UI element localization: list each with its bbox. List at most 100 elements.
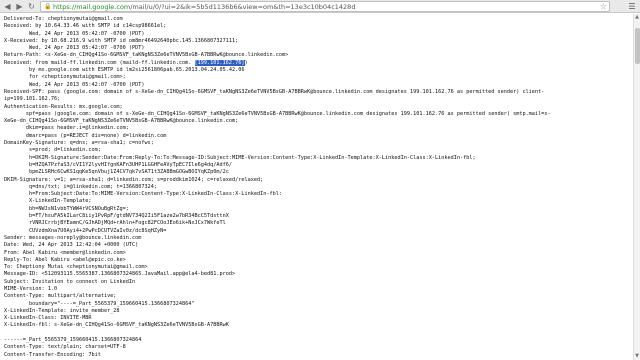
header-line-text [4, 330, 7, 336]
header-line: Date: Wed, 24 Apr 2013 12:42:04 +0000 (U… [4, 242, 629, 249]
header-line: Received: from maild-ff.linkedin.com (ma… [4, 59, 629, 67]
header-line-text: Wed, 24 Apr 2013 05:42:07 -0700 (PDT) [4, 81, 145, 88]
header-line: Reply-To: Abel Kabiru <abel@epic.co.ke> [4, 257, 629, 264]
header-line: by mx.google.com with ESMTP id lm2si2561… [4, 67, 629, 74]
header-line-text: for <cheptionymutai@gmail.com>; [4, 74, 126, 81]
header-line-text: Sender: messages-noreply@bounce.linkedin… [4, 234, 142, 241]
header-line: Message-ID: <512093115.5565387.136680732… [4, 271, 629, 278]
forward-arrow-icon[interactable]: ▶ [14, 1, 25, 12]
header-line-text: From: Abel Kabiru <member@linkedin.com> [4, 249, 126, 256]
header-line: CUVzdmXna7U0Ayi4+2PwPcDCUTVZaIv0z/dc8SqH… [4, 228, 629, 235]
header-line: DomainKey-Signature: q=dns; a=rsa-sha1; … [4, 140, 629, 147]
header-line-suffix: ) [244, 59, 248, 66]
header-line: XeGe-dn_CIHQg41So-6GMSVF_taKNgNS3Ze6eTVN… [4, 118, 629, 125]
header-line: To: Cheptiony Mutai <cheptionymutai@gmai… [4, 264, 629, 271]
header-line-text: XeGe-dn_CIHQg41So-6GMSVF_taKNgNS3Ze6eTVN… [4, 118, 239, 125]
header-line-text: Received-SPF: pass (google.com: domain o… [4, 88, 545, 95]
header-line-text: dkim=pass header.i=@linkedin.com; [4, 125, 129, 132]
header-line-text: X-LinkedIn-Class: INVITE-MBR [4, 315, 92, 322]
star-icon[interactable]: ☆ [600, 2, 607, 12]
header-line-text: Content-Type: multipart/alternative; [4, 293, 117, 300]
header-line: ------=_Part_5565379_159660415.136680732… [4, 337, 629, 344]
header-line-text: Delivered-To: cheptionymutai@gmail.com [4, 16, 123, 22]
header-line-text: spf=pass (google.com: domain of s-XeGe-d… [4, 110, 551, 117]
header-line: From: Abel Kabiru <member@linkedin.com> [4, 250, 629, 257]
header-line-text: X-Received: by 10.68.216.9 with SMTP id … [4, 37, 239, 44]
url-text[interactable]: https://mail.google.com/mail/u/0/?ui=2&i… [53, 2, 355, 12]
header-line-text: bh=NWJsN1vbbTYWW4rVCSNOuBgRtZg=; [4, 205, 129, 212]
header-line: Subject: Invitation to connect on Linked… [4, 279, 629, 286]
header-line-text: MIME-Version: 1.0 [4, 285, 58, 292]
header-line: Content-Transfer-Encoding: 7bit [4, 352, 629, 359]
header-line: Wed, 24 Apr 2013 05:42:07 -0700 (PDT) [4, 45, 629, 52]
header-line-text: X-LinkedIn-fbl: s-XeGe-dn_CIHQg41So-6GMS… [4, 322, 229, 329]
header-line-text: by mx.google.com with ESMTP id lm2si2561… [4, 67, 245, 74]
header-line: Sender: messages-noreply@bounce.linkedin… [4, 235, 629, 242]
header-line: for <cheptionymutai@gmail.com>; [4, 74, 629, 81]
header-line [4, 330, 629, 337]
header-line-text: Content-Transfer-Encoding: 7bit [4, 351, 101, 358]
raw-message-view: Delivered-To: cheptionymutai@gmail.com Re… [0, 14, 633, 360]
header-line: Content-Type: multipart/alternative; [4, 293, 629, 300]
header-line-text: h=From:Subject:Date:To:MIME-Version:Cont… [4, 191, 282, 198]
header-line-text: dmarc=pass (p=REJECT dis=none) d=linkedi… [4, 132, 167, 139]
header-line: X-Received: by 10.68.216.9 with SMTP id … [4, 38, 629, 45]
header-line: dmarc=pass (p=REJECT dis=none) d=linkedi… [4, 133, 629, 140]
header-line: Received-SPF: pass (google.com: domain o… [4, 89, 629, 96]
scroll-down-arrow-icon[interactable]: ▼ [634, 353, 640, 360]
header-line-text: Return-Path: <s-XeGe-dn_CIHQg41So-6GMSVF… [4, 52, 289, 59]
header-line-text: s=prod; d=linkedin.com; [4, 147, 101, 154]
header-line-text: ------=_Part_5565379_159660415.136680732… [4, 337, 142, 344]
header-line: boundary="----=_Part_5565379_159660415.1… [4, 301, 629, 308]
header-line-text: X-LinkedIn-Template: invite_member_28 [4, 307, 120, 314]
header-line: bh=NWJsN1vbbTYWW4rVCSNOuBgRtZg=; [4, 206, 629, 213]
header-line-text: rVNRJCrrbjBYEamnC/GJhADjMQd+rAhln+Fogc82… [4, 220, 226, 227]
header-line: b=HZQA7PzfaS3/cVI1Y2lyvHIfgnKAFn3UHP1LGG… [4, 162, 629, 169]
browser-toolbar: ◀ ▶ ↻ 🔒 https://mail.google.com/mail/u/0… [0, 0, 640, 13]
header-line: h=DKIM-Signature:Sender:Date:From:Reply-… [4, 155, 629, 162]
header-line: X-LinkedIn-Template: invite_member_28 [4, 308, 629, 315]
header-line: Received: by 10.64.33.46 with SMTP id c1… [4, 23, 629, 30]
address-bar[interactable]: 🔒 https://mail.google.com/mail/u/0/?ui=2… [40, 1, 610, 12]
scroll-up-arrow-icon[interactable]: ▲ [634, 14, 640, 21]
header-line: Wed, 24 Apr 2013 05:42:07 -0700 (PDT) [4, 82, 629, 89]
header-line: Content-Type: text/plain; charset=UTF-8 [4, 344, 629, 351]
header-line: Authentication-Results: mx.google.com; [4, 104, 629, 111]
header-line: b=FT/hsuFA5kILarC8iiy1PvRpF/gtdNV734Q2Ii… [4, 213, 629, 220]
header-line: Wed, 24 Apr 2013 05:42:07 -0700 (PDT) [4, 31, 629, 38]
header-line-text: DomainKey-Signature: q=dns; a=rsa-sha1; … [4, 140, 154, 147]
header-line: MIME-Version: 1.0 [4, 286, 629, 293]
header-line-text: DKIM-Signature: v=1; a=rsa-sha1; d=linke… [4, 176, 264, 183]
menu-icon[interactable]: ☰ [627, 2, 637, 11]
header-line: spf=pass (google.com: domain of s-XeGe-d… [4, 111, 629, 118]
header-line-text: Wed, 24 Apr 2013 05:42:07 -0700 (PDT) [4, 45, 145, 52]
header-line: DKIM-Signature: v=1; a=rsa-sha1; d=linke… [4, 177, 629, 184]
reload-icon[interactable]: ↻ [26, 1, 37, 12]
vertical-scrollbar[interactable]: ▲ ▼ [633, 14, 640, 360]
url-host: https://mail.google.com [53, 3, 131, 11]
header-line-text: Content-Type: text/plain; charset=UTF-8 [4, 344, 126, 351]
header-line-text: q=dns/txt; i=@linkedin.com; t=1366807324… [4, 183, 158, 190]
url-path: /mail/u/0/?ui=2&ik=5b5d1136b6&view=om&th… [130, 3, 356, 11]
header-line-text: Date: Wed, 24 Apr 2013 12:42:04 +0000 (U… [4, 242, 139, 249]
lock-icon: 🔒 [44, 3, 52, 10]
header-line-text: Received: from maild-ff.linkedin.com (ma… [4, 59, 195, 66]
header-line: h=From:Subject:Date:To:MIME-Version:Cont… [4, 191, 629, 198]
scroll-thumb[interactable] [635, 28, 640, 64]
header-line: q=dns/txt; i=@linkedin.com; t=1366807324… [4, 184, 629, 191]
header-line-text: h=DKIM-Signature:Sender:Date:From:Reply-… [4, 154, 476, 161]
header-line-text: Message-ID: <512093115.5565387.136680732… [4, 271, 236, 278]
selected-ip-text: [199.101.162.76] [194, 59, 245, 66]
header-line: X-LinkedIn-Class: INVITE-MBR [4, 315, 629, 322]
back-arrow-icon[interactable]: ◀ [2, 1, 13, 12]
header-line-text: To: Cheptiony Mutai <cheptionymutai@gmai… [4, 264, 148, 271]
header-line-text: Subject: Invitation to connect on Linked… [4, 278, 136, 285]
header-line: dkim=pass header.i=@linkedin.com; [4, 125, 629, 132]
header-line: rVNRJCrrbjBYEamnC/GJhADjMQd+rAhln+Fogc82… [4, 220, 629, 227]
header-line-text: ip=199.101.162.76; [4, 96, 61, 103]
header-line: Return-Path: <s-XeGe-dn_CIHQg41So-6GMSVF… [4, 52, 629, 59]
header-line: bpmZLSRHc6CwKS1qqKe5qnVbuj1Z4CV7qk7vSAT1… [4, 169, 629, 176]
header-line-text: X-LinkedIn-Template; [4, 198, 92, 205]
header-line-text: b=FT/hsuFA5kILarC8iiy1PvRpF/gtdNV734Q2Ii… [4, 213, 229, 220]
header-line-text: Received: by 10.64.33.46 with SMTP id c1… [4, 23, 167, 30]
